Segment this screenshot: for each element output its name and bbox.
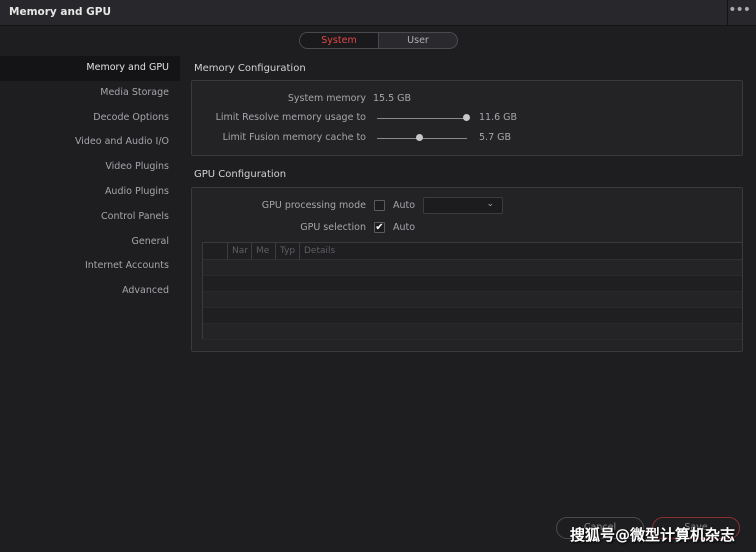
scope-toggle: System User xyxy=(299,32,458,49)
window-title: Memory and GPU xyxy=(9,6,111,18)
sidebar: Memory and GPU Media Storage Decode Opti… xyxy=(0,56,180,304)
table-body xyxy=(203,260,742,340)
gpu-mode-label: GPU processing mode xyxy=(261,200,366,211)
table-row xyxy=(203,260,742,276)
gpu-table: Nar Me Typ Details xyxy=(202,242,743,340)
title-bar: Memory and GPU ••• xyxy=(0,0,756,26)
fusion-slider-handle[interactable] xyxy=(416,134,423,141)
chevron-down-icon: ⌄ xyxy=(486,199,494,209)
watermark: 搜狐号@微型计算机杂志 xyxy=(570,526,736,544)
gpu-mode-auto-label: Auto xyxy=(393,200,416,211)
gpu-mode-dropdown[interactable]: ⌄ xyxy=(423,197,503,214)
sidebar-item-general[interactable]: General xyxy=(0,230,180,255)
check-icon: ✔ xyxy=(375,222,384,233)
sidebar-item-advanced[interactable]: Advanced xyxy=(0,279,180,304)
tab-user[interactable]: User xyxy=(379,33,457,48)
sidebar-item-media-storage[interactable]: Media Storage xyxy=(0,81,180,106)
gpu-selection-auto-checkbox[interactable]: ✔ xyxy=(374,222,385,233)
sidebar-item-decode-options[interactable]: Decode Options xyxy=(0,106,180,131)
column-details[interactable]: Details xyxy=(299,243,742,259)
gpu-mode-auto-checkbox[interactable] xyxy=(374,200,385,211)
gpu-selection-auto-label: Auto xyxy=(393,222,416,233)
table-header: Nar Me Typ Details xyxy=(203,243,742,260)
system-memory-value: 15.5 GB xyxy=(373,93,412,104)
resolve-limit-slider[interactable] xyxy=(377,118,467,119)
table-row xyxy=(203,276,742,292)
fusion-limit-value: 5.7 GB xyxy=(479,132,512,143)
resolve-limit-value: 11.6 GB xyxy=(479,112,518,123)
gpu-heading: GPU Configuration xyxy=(194,169,287,180)
column-memory[interactable]: Me xyxy=(251,243,275,259)
memory-heading: Memory Configuration xyxy=(194,63,306,74)
table-row xyxy=(203,292,742,308)
sidebar-item-control-panels[interactable]: Control Panels xyxy=(0,205,180,230)
tab-system[interactable]: System xyxy=(300,33,379,48)
sidebar-item-internet-accounts[interactable]: Internet Accounts xyxy=(0,254,180,279)
column-name[interactable]: Nar xyxy=(227,243,251,259)
table-row xyxy=(203,308,742,324)
gpu-selection-label: GPU selection xyxy=(300,222,366,233)
column-select[interactable] xyxy=(203,243,227,259)
ellipsis-icon[interactable]: ••• xyxy=(728,2,751,18)
system-memory-label: System memory xyxy=(287,93,366,104)
table-row xyxy=(203,324,742,340)
sidebar-item-video-audio-io[interactable]: Video and Audio I/O xyxy=(0,130,180,155)
resolve-limit-label: Limit Resolve memory usage to xyxy=(215,112,366,123)
column-type[interactable]: Typ xyxy=(275,243,299,259)
sidebar-item-audio-plugins[interactable]: Audio Plugins xyxy=(0,180,180,205)
fusion-limit-label: Limit Fusion memory cache to xyxy=(222,132,366,143)
sidebar-item-memory-and-gpu[interactable]: Memory and GPU xyxy=(0,56,180,81)
sidebar-item-video-plugins[interactable]: Video Plugins xyxy=(0,155,180,180)
resolve-slider-handle[interactable] xyxy=(463,114,470,121)
